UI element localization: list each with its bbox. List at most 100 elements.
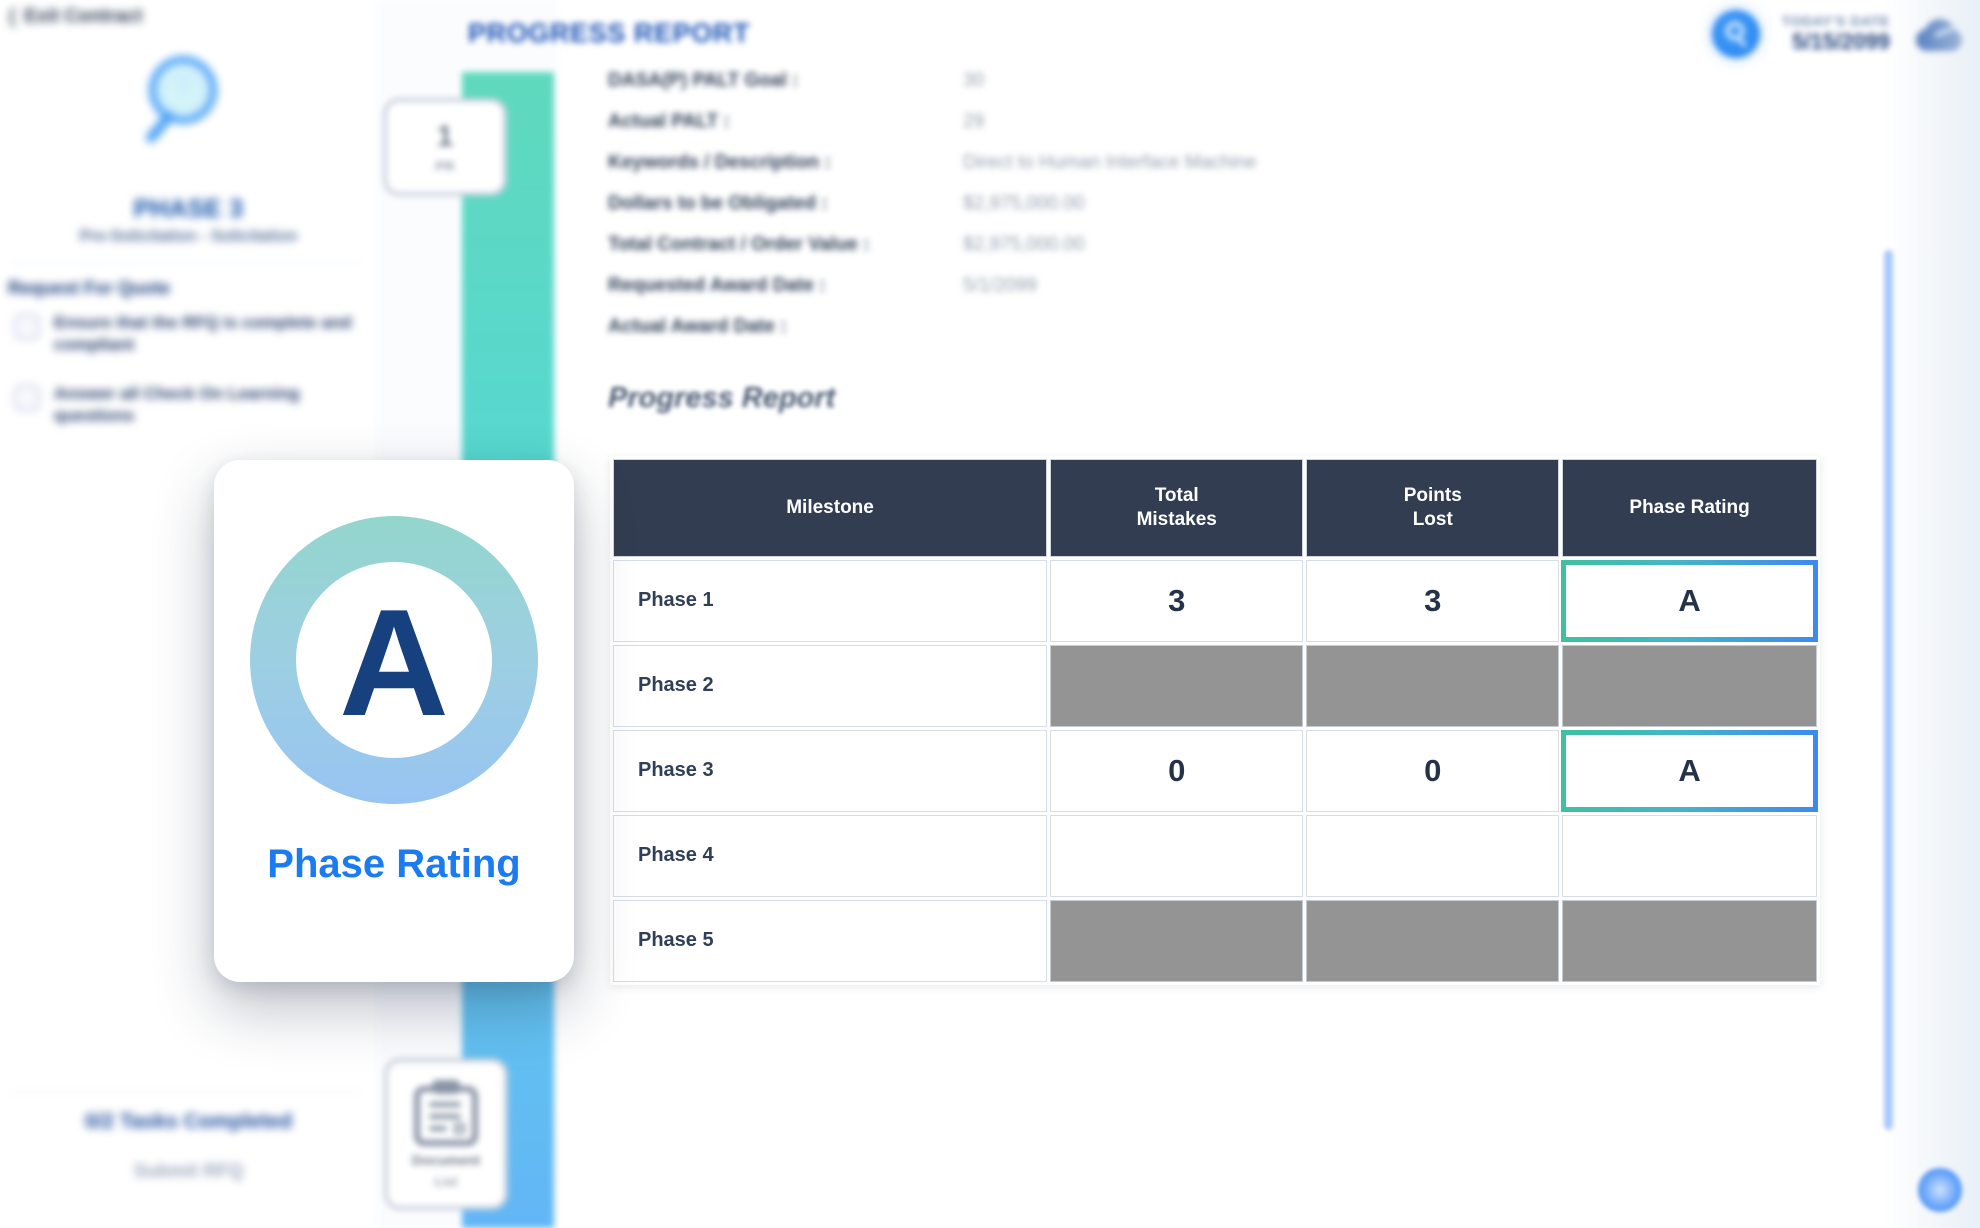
detail-value: 30 (963, 70, 985, 91)
detail-value: $2,975,000.00 (963, 234, 1085, 255)
column-header-points-lost: Points Lost (1306, 459, 1560, 557)
cell-phase-rating-highlighted[interactable]: A (1561, 729, 1818, 812)
detail-row: Requested Award Date : 5/1/2099 (608, 275, 1808, 316)
detail-label: Actual Award Date : (608, 316, 787, 337)
page-title: PROGRESS REPORT (468, 18, 751, 48)
cell-total-mistakes-empty (1050, 814, 1304, 897)
phase-subtitle: Pre-Solicitation - Solicitation (79, 228, 298, 245)
magnifier-icon (141, 52, 237, 148)
progress-report-table: Milestone Total Mistakes Points Lost Pha… (610, 456, 1820, 985)
right-edge-fade (1884, 0, 1980, 1228)
phase-title: PHASE 3 (133, 195, 244, 223)
column-header-line1: Total (1154, 485, 1199, 506)
detail-row: Total Contract / Order Value : $2,975,00… (608, 234, 1808, 275)
rfq-section-heading: Request For Quote (8, 278, 171, 298)
column-header-line2: Lost (1412, 508, 1453, 530)
todays-date-label: TODAY'S DATE (1781, 13, 1890, 29)
chevron-left-icon: ⟨ (8, 5, 17, 29)
phase-icon-wrap (0, 52, 377, 148)
task-label: Answer all Check On Learning questions (54, 384, 300, 426)
sidebar-divider-bottom (10, 1092, 361, 1093)
detail-value: Direct to Human Interface Machine (963, 152, 1257, 173)
cell-points-lost: 0 (1306, 729, 1560, 812)
rating-card-label: Phase Rating (267, 842, 521, 886)
task-item[interactable]: Ensure that the RFQ is complete and comp… (14, 312, 360, 357)
detail-label: DASA(P) PALT Goal : (608, 70, 799, 91)
checkbox-icon[interactable] (14, 314, 40, 340)
document-sublabel: List (434, 1173, 458, 1189)
cell-milestone: Phase 2 (613, 644, 1048, 727)
phase-rating-value: A (1561, 730, 1818, 812)
detail-row: DASA(P) PALT Goal : 30 (608, 70, 1808, 111)
cell-points-lost: 3 (1306, 559, 1560, 642)
detail-value: 29 (963, 111, 985, 132)
cell-phase-rating-empty (1562, 814, 1817, 897)
help-icon[interactable] (1918, 1168, 1962, 1212)
phase-rating-tooltip-card[interactable]: A Phase Rating (214, 460, 574, 982)
sidebar-divider (10, 262, 361, 263)
detail-value: 5/1/2099 (963, 275, 1037, 296)
table-row[interactable]: Phase 4 (613, 814, 1817, 897)
task-item[interactable]: Answer all Check On Learning questions (14, 383, 360, 428)
app-root: ⟨ Exit Contract PHASE 3 Pre-Solicitation… (0, 0, 1980, 1228)
column-header-line1: Points (1403, 485, 1462, 506)
cell-milestone: Phase 4 (613, 814, 1048, 897)
search-icon[interactable] (1711, 10, 1760, 58)
vertical-scrollbar[interactable] (1884, 250, 1893, 1130)
table-row[interactable]: Phase 2 (613, 644, 1817, 727)
cell-total-mistakes-disabled (1050, 644, 1304, 727)
submit-rfq-button[interactable]: Submit RFQ (0, 1161, 377, 1183)
cell-phase-rating-disabled (1562, 899, 1817, 982)
rating-ring-icon: A (250, 516, 538, 804)
column-header-total-mistakes: Total Mistakes (1050, 459, 1304, 557)
exit-contract-label: Exit Contract (24, 6, 143, 27)
detail-row: Actual PALT : 29 (608, 111, 1808, 152)
timeline-node-milestone[interactable]: 1 PR (383, 98, 507, 196)
progress-report-subtitle: Progress Report (608, 382, 836, 414)
cell-total-mistakes: 3 (1050, 559, 1304, 642)
detail-label: Total Contract / Order Value : (608, 234, 870, 255)
detail-row: Keywords / Description : Direct to Human… (608, 152, 1808, 193)
clipboard-icon (414, 1079, 478, 1146)
todays-date-block: TODAY'S DATE 5/15/2099 (1782, 13, 1890, 55)
timeline-node-document[interactable]: Document List (384, 1058, 508, 1210)
timeline-node-number: 1 (436, 120, 454, 153)
checkbox-icon[interactable] (14, 385, 40, 411)
cell-total-mistakes-disabled (1050, 899, 1304, 982)
detail-label: Requested Award Date : (608, 275, 826, 296)
task-label: Ensure that the RFQ is complete and comp… (54, 313, 352, 355)
cell-milestone: Phase 1 (613, 559, 1048, 642)
table-row[interactable]: Phase 3 0 0 A (613, 729, 1818, 812)
column-header-phase-rating: Phase Rating (1562, 459, 1817, 557)
document-label: Document (411, 1151, 481, 1168)
detail-label: Actual PALT : (608, 111, 730, 132)
contract-detail-fields: DASA(P) PALT Goal : 30 Actual PALT : 29 … (608, 70, 1808, 357)
detail-row: Actual Award Date : (608, 316, 1808, 357)
rating-ring-hole: A (296, 562, 492, 758)
detail-value: $2,975,000.00 (963, 193, 1085, 214)
cell-points-lost-disabled (1306, 899, 1560, 982)
phase-rating-value: A (1561, 560, 1818, 642)
table-body: Phase 1 3 3 A Phase 2 Phase 3 0 0 A Phas… (613, 559, 1818, 982)
column-header-milestone: Milestone (613, 459, 1048, 557)
tasks-completed-status: 0/2 Tasks Completed (84, 1110, 293, 1133)
timeline-node-label: PR (435, 158, 455, 174)
detail-label: Keywords / Description : (608, 152, 831, 173)
cell-milestone: Phase 3 (613, 729, 1048, 812)
cell-phase-rating-highlighted[interactable]: A (1561, 559, 1818, 642)
cell-milestone: Phase 5 (613, 899, 1048, 982)
table-header-row: Milestone Total Mistakes Points Lost Pha… (613, 459, 1817, 557)
cell-phase-rating-disabled (1562, 644, 1817, 727)
table-row[interactable]: Phase 5 (613, 899, 1817, 982)
todays-date-value: 5/15/2099 (1792, 29, 1890, 54)
exit-contract-link[interactable]: ⟨ Exit Contract (8, 6, 142, 28)
cell-points-lost-empty (1306, 814, 1560, 897)
table-header: Milestone Total Mistakes Points Lost Pha… (613, 459, 1817, 557)
rating-grade-letter: A (339, 578, 449, 748)
cell-total-mistakes: 0 (1050, 729, 1304, 812)
detail-label: Dollars to be Obligated : (608, 193, 828, 214)
table-row[interactable]: Phase 1 3 3 A (613, 559, 1818, 642)
column-header-line2: Mistakes (1136, 508, 1217, 530)
cell-points-lost-disabled (1306, 644, 1560, 727)
detail-row: Dollars to be Obligated : $2,975,000.00 (608, 193, 1808, 234)
